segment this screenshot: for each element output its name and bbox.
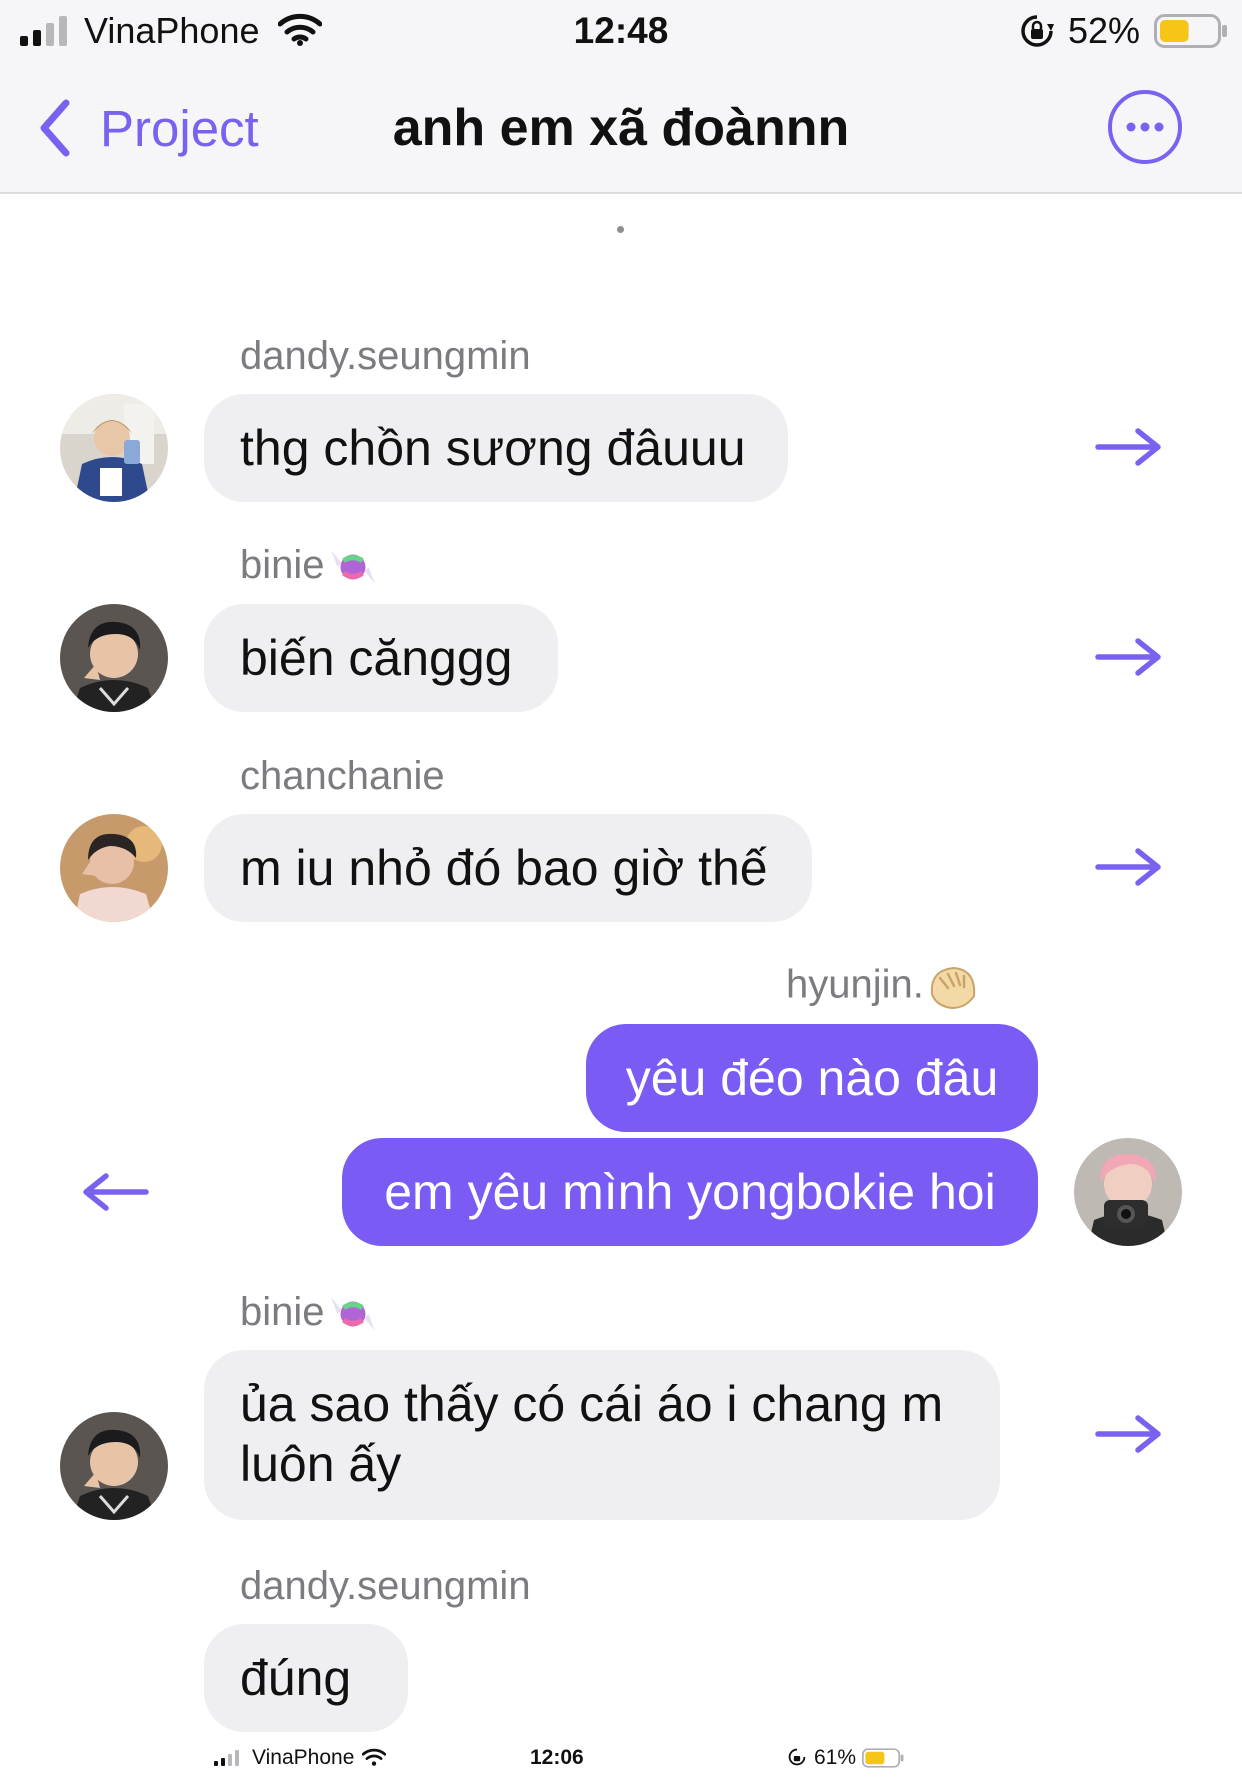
candy-icon (327, 1291, 379, 1337)
sender-name: binie (240, 543, 379, 590)
message-bubble-outgoing[interactable]: em yêu mình yongbokie hoi (342, 1138, 1038, 1246)
candy-icon (327, 544, 379, 590)
embedded-status-bar: VinaPhone 12:06 61% (0, 1738, 1242, 1778)
forward-arrow-icon[interactable] (1094, 1414, 1164, 1454)
sender-name: chanchanie (240, 754, 445, 798)
battery-percentage: 52% (1068, 10, 1141, 51)
status-bar: VinaPhone 12:48 52% (0, 0, 1242, 64)
sender-name: binie (240, 1290, 379, 1337)
avatar[interactable] (60, 1412, 168, 1520)
clock-time: 12:48 (573, 10, 669, 51)
avatar[interactable] (60, 814, 168, 922)
message-bubble[interactable]: biến cănggg (204, 604, 558, 712)
message-text: ủa sao thấy có cái áo i chang m luôn ấy (240, 1376, 944, 1492)
message-text: thg chồn sương đâuuu (240, 420, 746, 476)
battery-percentage: 61% (814, 1746, 857, 1769)
forward-arrow-icon[interactable] (1094, 847, 1164, 887)
message-text: em yêu mình yongbokie hoi (384, 1164, 996, 1220)
rotation-lock-icon (788, 1748, 806, 1766)
clock-time: 12:06 (530, 1746, 584, 1769)
message-bubble[interactable]: thg chồn sương đâuuu (204, 394, 788, 502)
reply-arrow-icon[interactable] (80, 1172, 150, 1212)
carrier-name: VinaPhone (252, 1746, 355, 1769)
message-text: m iu nhỏ đó bao giờ thế (240, 840, 768, 896)
more-options-button[interactable] (1108, 90, 1182, 164)
forward-arrow-icon[interactable] (1094, 427, 1164, 467)
battery-icon (862, 1748, 904, 1768)
battery-icon (1154, 14, 1227, 48)
avatar[interactable] (60, 394, 168, 502)
avatar[interactable] (1074, 1138, 1182, 1246)
sender-name: dandy.seungmin (240, 334, 531, 378)
forward-arrow-icon[interactable] (1094, 637, 1164, 677)
message-text: biến cănggg (240, 630, 513, 686)
chat-title: anh em xã đoànnn (392, 99, 850, 157)
message-bubble[interactable]: m iu nhỏ đó bao giờ thế (204, 814, 812, 922)
wifi-icon (362, 1748, 386, 1766)
navigation-bar: Project anh em xã đoànnn (0, 64, 1242, 194)
avatar[interactable] (60, 604, 168, 712)
message-bubble[interactable]: đúng (204, 1624, 408, 1732)
cellular-signal-icon (214, 1750, 239, 1766)
dumpling-icon (926, 962, 980, 1012)
message-text: đúng (240, 1650, 352, 1706)
message-bubble[interactable]: ủa sao thấy có cái áo i chang m luôn ấy (204, 1350, 1000, 1520)
scroll-indicator (617, 226, 624, 233)
sender-name: dandy.seungmin (240, 1564, 531, 1608)
message-bubble-outgoing[interactable]: yêu đéo nào đâu (586, 1024, 1038, 1132)
rotation-lock-icon (1021, 15, 1054, 47)
sender-name: hyunjin. (786, 962, 980, 1012)
message-text: yêu đéo nào đâu (625, 1050, 999, 1106)
ellipsis-icon (1126, 122, 1164, 132)
